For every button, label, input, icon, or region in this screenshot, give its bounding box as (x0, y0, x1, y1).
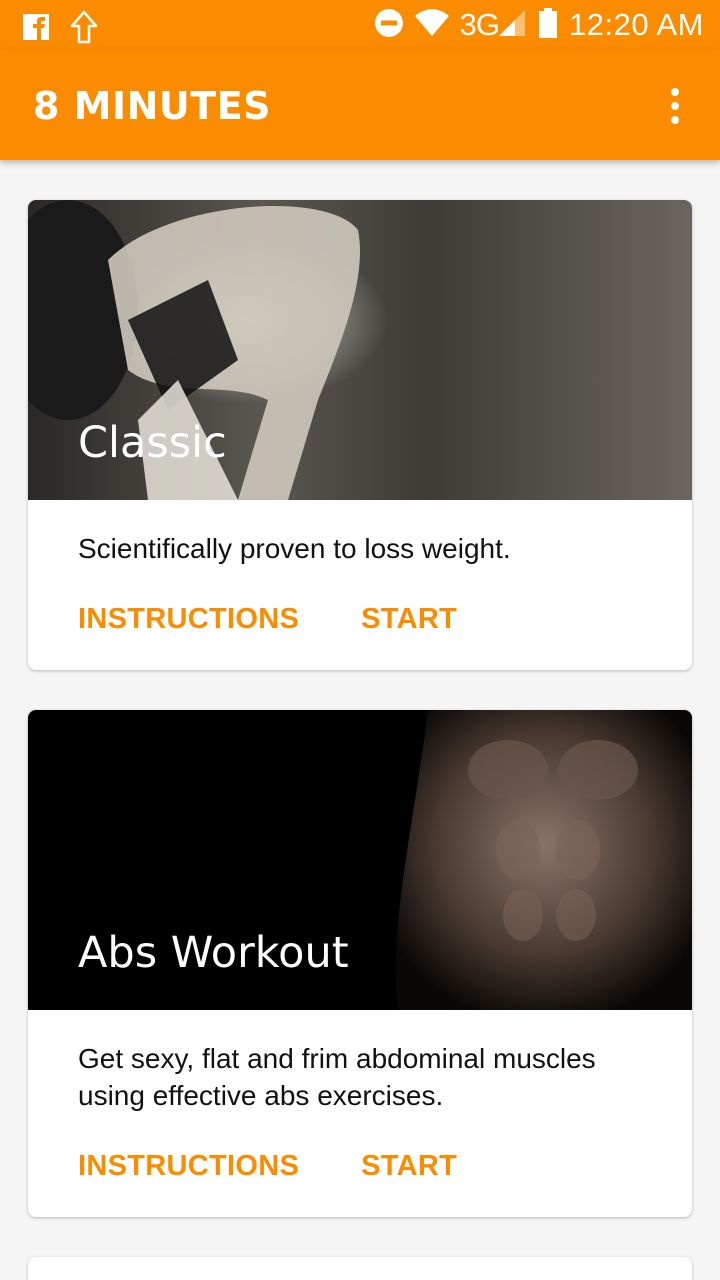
start-button[interactable]: START (361, 603, 457, 636)
card-description: Get sexy, flat and frim abdominal muscle… (78, 1043, 596, 1111)
instructions-button[interactable]: INSTRUCTIONS (78, 603, 299, 636)
wifi-icon (414, 8, 450, 42)
workout-card-abs[interactable]: Abs Workout Get sexy, flat and frim abdo… (28, 710, 692, 1217)
workout-card-classic[interactable]: Classic Scientifically proven to loss we… (28, 200, 692, 670)
clock: 12:20 AM (569, 7, 704, 42)
upload-arrow-icon (70, 10, 98, 48)
card-title: Classic (78, 418, 227, 468)
card-image: Classic (28, 200, 692, 500)
instructions-button[interactable]: INSTRUCTIONS (78, 1150, 299, 1183)
status-bar: 3G 12:20 AM (0, 0, 720, 50)
app-bar: 8 MINUTES (0, 50, 720, 160)
start-button[interactable]: START (361, 1150, 457, 1183)
card-title: Abs Workout (78, 928, 349, 978)
workout-card-partial[interactable] (28, 1257, 692, 1280)
battery-icon (537, 7, 559, 43)
network-type: 3G (459, 7, 500, 42)
facebook-icon (22, 13, 50, 45)
app-title: 8 MINUTES (33, 84, 272, 128)
do-not-disturb-icon (374, 8, 404, 42)
card-image: Abs Workout (28, 710, 692, 1010)
card-description: Scientifically proven to loss weight. (78, 533, 511, 564)
more-vert-icon[interactable] (660, 86, 690, 126)
signal-icon (497, 8, 527, 42)
